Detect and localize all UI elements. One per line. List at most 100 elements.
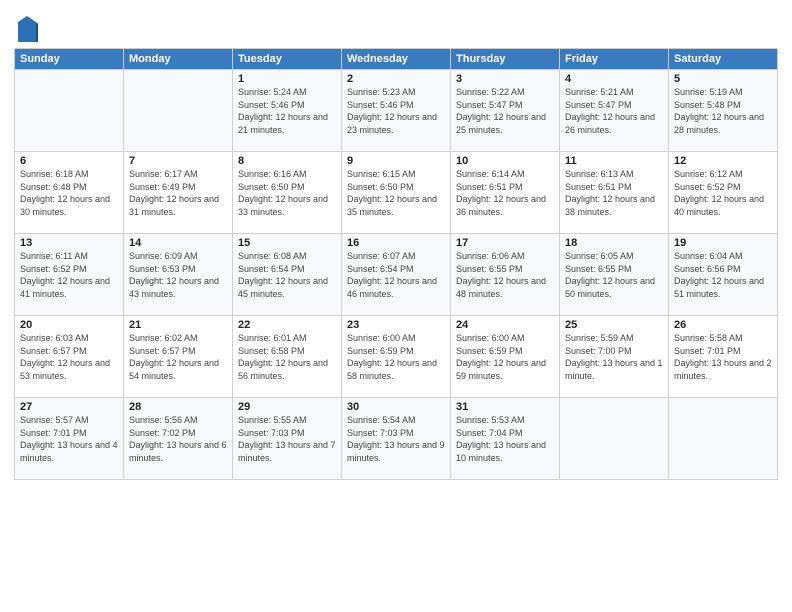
day-info: Sunrise: 5:59 AM Sunset: 7:00 PM Dayligh… [565,332,663,382]
weekday-header: Monday [124,49,233,70]
day-info: Sunrise: 6:05 AM Sunset: 6:55 PM Dayligh… [565,250,663,300]
logo-icon [16,14,38,42]
calendar-cell: 5Sunrise: 5:19 AM Sunset: 5:48 PM Daylig… [669,70,778,152]
day-number: 28 [129,401,227,413]
day-number: 29 [238,401,336,413]
day-info: Sunrise: 6:08 AM Sunset: 6:54 PM Dayligh… [238,250,336,300]
calendar-cell: 20Sunrise: 6:03 AM Sunset: 6:57 PM Dayli… [15,316,124,398]
day-number: 25 [565,319,663,331]
day-info: Sunrise: 6:03 AM Sunset: 6:57 PM Dayligh… [20,332,118,382]
calendar-cell: 19Sunrise: 6:04 AM Sunset: 6:56 PM Dayli… [669,234,778,316]
day-number: 31 [456,401,554,413]
logo [14,14,38,42]
day-info: Sunrise: 5:53 AM Sunset: 7:04 PM Dayligh… [456,414,554,464]
weekday-header: Saturday [669,49,778,70]
calendar-cell: 6Sunrise: 6:18 AM Sunset: 6:48 PM Daylig… [15,152,124,234]
day-number: 30 [347,401,445,413]
calendar-cell: 1Sunrise: 5:24 AM Sunset: 5:46 PM Daylig… [233,70,342,152]
day-number: 2 [347,73,445,85]
day-info: Sunrise: 6:04 AM Sunset: 6:56 PM Dayligh… [674,250,772,300]
day-number: 11 [565,155,663,167]
day-number: 5 [674,73,772,85]
day-info: Sunrise: 6:18 AM Sunset: 6:48 PM Dayligh… [20,168,118,218]
day-info: Sunrise: 6:02 AM Sunset: 6:57 PM Dayligh… [129,332,227,382]
day-info: Sunrise: 5:19 AM Sunset: 5:48 PM Dayligh… [674,86,772,136]
day-info: Sunrise: 5:57 AM Sunset: 7:01 PM Dayligh… [20,414,118,464]
calendar-cell: 30Sunrise: 5:54 AM Sunset: 7:03 PM Dayli… [342,398,451,480]
day-info: Sunrise: 6:09 AM Sunset: 6:53 PM Dayligh… [129,250,227,300]
calendar-cell: 9Sunrise: 6:15 AM Sunset: 6:50 PM Daylig… [342,152,451,234]
calendar-cell: 10Sunrise: 6:14 AM Sunset: 6:51 PM Dayli… [451,152,560,234]
day-info: Sunrise: 6:16 AM Sunset: 6:50 PM Dayligh… [238,168,336,218]
day-info: Sunrise: 6:13 AM Sunset: 6:51 PM Dayligh… [565,168,663,218]
calendar-cell: 29Sunrise: 5:55 AM Sunset: 7:03 PM Dayli… [233,398,342,480]
day-info: Sunrise: 5:24 AM Sunset: 5:46 PM Dayligh… [238,86,336,136]
day-info: Sunrise: 6:06 AM Sunset: 6:55 PM Dayligh… [456,250,554,300]
day-info: Sunrise: 6:17 AM Sunset: 6:49 PM Dayligh… [129,168,227,218]
day-info: Sunrise: 6:15 AM Sunset: 6:50 PM Dayligh… [347,168,445,218]
calendar-cell: 4Sunrise: 5:21 AM Sunset: 5:47 PM Daylig… [560,70,669,152]
day-number: 12 [674,155,772,167]
day-number: 1 [238,73,336,85]
header [14,10,778,42]
day-number: 17 [456,237,554,249]
calendar-cell: 25Sunrise: 5:59 AM Sunset: 7:00 PM Dayli… [560,316,669,398]
calendar-cell: 16Sunrise: 6:07 AM Sunset: 6:54 PM Dayli… [342,234,451,316]
day-number: 10 [456,155,554,167]
day-info: Sunrise: 6:12 AM Sunset: 6:52 PM Dayligh… [674,168,772,218]
day-number: 15 [238,237,336,249]
calendar-week-row: 20Sunrise: 6:03 AM Sunset: 6:57 PM Dayli… [15,316,778,398]
day-info: Sunrise: 5:23 AM Sunset: 5:46 PM Dayligh… [347,86,445,136]
day-number: 13 [20,237,118,249]
calendar-cell: 3Sunrise: 5:22 AM Sunset: 5:47 PM Daylig… [451,70,560,152]
weekday-header: Tuesday [233,49,342,70]
calendar-cell: 24Sunrise: 6:00 AM Sunset: 6:59 PM Dayli… [451,316,560,398]
weekday-header: Friday [560,49,669,70]
day-number: 26 [674,319,772,331]
calendar: SundayMondayTuesdayWednesdayThursdayFrid… [14,48,778,480]
calendar-cell [669,398,778,480]
day-info: Sunrise: 5:58 AM Sunset: 7:01 PM Dayligh… [674,332,772,382]
calendar-cell: 7Sunrise: 6:17 AM Sunset: 6:49 PM Daylig… [124,152,233,234]
weekday-header: Wednesday [342,49,451,70]
calendar-cell: 27Sunrise: 5:57 AM Sunset: 7:01 PM Dayli… [15,398,124,480]
day-number: 4 [565,73,663,85]
calendar-week-row: 6Sunrise: 6:18 AM Sunset: 6:48 PM Daylig… [15,152,778,234]
day-info: Sunrise: 5:21 AM Sunset: 5:47 PM Dayligh… [565,86,663,136]
day-info: Sunrise: 5:22 AM Sunset: 5:47 PM Dayligh… [456,86,554,136]
calendar-cell: 26Sunrise: 5:58 AM Sunset: 7:01 PM Dayli… [669,316,778,398]
day-number: 3 [456,73,554,85]
calendar-cell: 17Sunrise: 6:06 AM Sunset: 6:55 PM Dayli… [451,234,560,316]
day-info: Sunrise: 6:00 AM Sunset: 6:59 PM Dayligh… [456,332,554,382]
calendar-cell: 14Sunrise: 6:09 AM Sunset: 6:53 PM Dayli… [124,234,233,316]
calendar-cell: 28Sunrise: 5:56 AM Sunset: 7:02 PM Dayli… [124,398,233,480]
day-number: 22 [238,319,336,331]
page: SundayMondayTuesdayWednesdayThursdayFrid… [0,0,792,612]
day-info: Sunrise: 6:00 AM Sunset: 6:59 PM Dayligh… [347,332,445,382]
day-number: 7 [129,155,227,167]
day-number: 23 [347,319,445,331]
calendar-cell: 31Sunrise: 5:53 AM Sunset: 7:04 PM Dayli… [451,398,560,480]
day-number: 19 [674,237,772,249]
day-info: Sunrise: 6:14 AM Sunset: 6:51 PM Dayligh… [456,168,554,218]
day-number: 8 [238,155,336,167]
calendar-cell: 22Sunrise: 6:01 AM Sunset: 6:58 PM Dayli… [233,316,342,398]
day-number: 6 [20,155,118,167]
calendar-cell: 11Sunrise: 6:13 AM Sunset: 6:51 PM Dayli… [560,152,669,234]
calendar-week-row: 1Sunrise: 5:24 AM Sunset: 5:46 PM Daylig… [15,70,778,152]
day-info: Sunrise: 5:56 AM Sunset: 7:02 PM Dayligh… [129,414,227,464]
day-info: Sunrise: 6:07 AM Sunset: 6:54 PM Dayligh… [347,250,445,300]
day-info: Sunrise: 5:55 AM Sunset: 7:03 PM Dayligh… [238,414,336,464]
day-info: Sunrise: 6:01 AM Sunset: 6:58 PM Dayligh… [238,332,336,382]
day-number: 9 [347,155,445,167]
calendar-cell: 18Sunrise: 6:05 AM Sunset: 6:55 PM Dayli… [560,234,669,316]
day-number: 21 [129,319,227,331]
calendar-cell: 13Sunrise: 6:11 AM Sunset: 6:52 PM Dayli… [15,234,124,316]
day-number: 24 [456,319,554,331]
day-number: 16 [347,237,445,249]
calendar-header-row: SundayMondayTuesdayWednesdayThursdayFrid… [15,49,778,70]
calendar-cell: 12Sunrise: 6:12 AM Sunset: 6:52 PM Dayli… [669,152,778,234]
calendar-week-row: 27Sunrise: 5:57 AM Sunset: 7:01 PM Dayli… [15,398,778,480]
weekday-header: Thursday [451,49,560,70]
day-info: Sunrise: 6:11 AM Sunset: 6:52 PM Dayligh… [20,250,118,300]
